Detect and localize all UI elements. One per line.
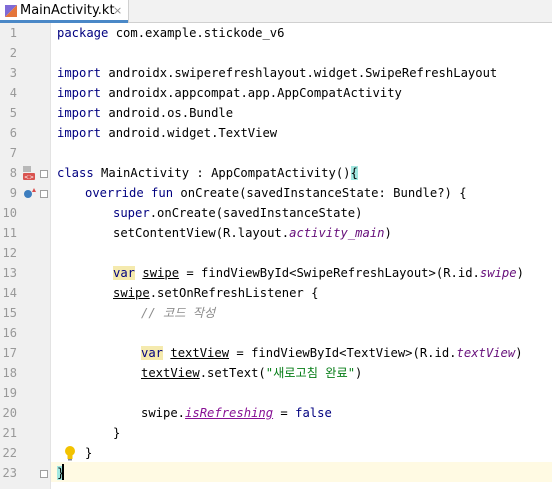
close-icon[interactable]: × xyxy=(113,3,122,19)
keyword: var xyxy=(141,346,164,360)
line-number: 1 xyxy=(9,26,17,40)
android-layout-icon[interactable]: <> xyxy=(22,166,36,180)
code-text: .setOnRefreshListener { xyxy=(149,286,319,300)
code-line: var textView = findViewById<TextView>(R.… xyxy=(141,343,523,363)
code-text: MainActivity : AppCompatActivity() xyxy=(93,166,351,180)
field-reference: textView xyxy=(456,346,516,360)
keyword: var xyxy=(113,266,136,280)
line-number: 11 xyxy=(2,226,17,240)
code-text: swipe. xyxy=(141,406,186,420)
override-icon[interactable] xyxy=(23,186,37,200)
line-number: 20 xyxy=(2,406,17,420)
code-text: = findViewById<TextView>(R.id. xyxy=(229,346,457,360)
field-reference: swipe xyxy=(479,266,517,280)
current-line-highlight xyxy=(51,462,552,482)
line-number: 2 xyxy=(9,46,17,60)
variable: textView xyxy=(170,346,230,360)
line-number: 21 xyxy=(2,426,17,440)
code-text: androidx.appcompat.app.AppCompatActivity xyxy=(101,86,402,100)
keyword: super xyxy=(113,206,150,220)
variable: swipe xyxy=(113,286,150,300)
line-number: 13 xyxy=(2,266,17,280)
line-number: 17 xyxy=(2,346,17,360)
line-number: 23 xyxy=(2,466,17,480)
property-reference: isRefreshing xyxy=(185,406,274,420)
line-number: 6 xyxy=(9,126,17,140)
line-number: 22 xyxy=(2,446,17,460)
text-cursor xyxy=(62,464,64,480)
code-text: ) xyxy=(515,346,523,360)
code-line: setContentView(R.layout.activity_main) xyxy=(113,223,392,243)
line-number: 18 xyxy=(2,366,17,380)
line-number: 4 xyxy=(9,86,17,100)
keyword: import xyxy=(57,106,102,120)
line-number: 10 xyxy=(2,206,17,220)
svg-text:<>: <> xyxy=(24,174,34,180)
fold-toggle[interactable] xyxy=(40,190,48,198)
code-line: package com.example.stickode_v6 xyxy=(57,23,284,43)
keyword: class xyxy=(57,166,94,180)
keyword: false xyxy=(295,406,332,420)
code-text: androidx.swiperefreshlayout.widget.Swipe… xyxy=(101,66,498,80)
code-line: override fun onCreate(savedInstanceState… xyxy=(85,183,467,203)
code-text: com.example.stickode_v6 xyxy=(108,26,285,40)
code-line: import androidx.appcompat.app.AppCompatA… xyxy=(57,83,402,103)
line-number: 7 xyxy=(9,146,17,160)
line-number: 5 xyxy=(9,106,17,120)
line-number: 8 xyxy=(9,166,17,180)
code-line: } xyxy=(113,426,121,440)
matched-brace: { xyxy=(350,166,358,180)
variable: swipe xyxy=(142,266,180,280)
code-text: android.os.Bundle xyxy=(101,106,234,120)
code-line: textView.setText("새로고침 완료") xyxy=(141,363,362,383)
code-text: ) xyxy=(516,266,524,280)
code-text: .setText( xyxy=(199,366,266,380)
tab-title: MainActivity.kt xyxy=(20,3,115,18)
line-number: 16 xyxy=(2,326,17,340)
code-line: import android.widget.TextView xyxy=(57,123,277,143)
code-text: .onCreate(savedInstanceState) xyxy=(149,206,363,220)
code-line: super.onCreate(savedInstanceState) xyxy=(113,203,362,223)
keyword: override fun xyxy=(85,186,174,200)
fold-toggle[interactable] xyxy=(40,170,48,178)
line-number: 15 xyxy=(2,306,17,320)
line-number: 3 xyxy=(9,66,17,80)
code-line: swipe.setOnRefreshListener { xyxy=(113,283,318,303)
code-text: ) xyxy=(355,366,363,380)
fold-toggle[interactable] xyxy=(40,470,48,478)
line-number: 9 xyxy=(9,186,17,200)
code-line: var swipe = findViewById<SwipeRefreshLay… xyxy=(113,263,524,283)
keyword: import xyxy=(57,66,102,80)
line-number: 14 xyxy=(2,286,17,300)
code-line: swipe.isRefreshing = false xyxy=(141,403,332,423)
code-text: = xyxy=(273,406,296,420)
code-text: ) xyxy=(384,226,392,240)
code-line: } xyxy=(85,446,93,460)
code-text: android.widget.TextView xyxy=(101,126,278,140)
line-number: 12 xyxy=(2,246,17,260)
field-reference: activity_main xyxy=(289,226,385,240)
code-comment: // 코드 작성 xyxy=(141,306,216,320)
code-text: = findViewById<SwipeRefreshLayout>(R.id. xyxy=(179,266,480,280)
variable: textView xyxy=(141,366,200,380)
editor-tab-bar: MainActivity.kt × xyxy=(0,0,552,23)
code-line: class MainActivity : AppCompatActivity()… xyxy=(57,163,358,183)
keyword: import xyxy=(57,86,102,100)
keyword: package xyxy=(57,26,109,40)
kotlin-file-icon xyxy=(5,5,17,17)
code-text: onCreate(savedInstanceState: Bundle?) { xyxy=(173,186,467,200)
string-literal: "새로고침 완료" xyxy=(265,366,356,380)
line-number: 19 xyxy=(2,386,17,400)
code-line: import androidx.swiperefreshlayout.widge… xyxy=(57,63,497,83)
tab-mainactivity[interactable]: MainActivity.kt × xyxy=(0,0,129,23)
code-line: import android.os.Bundle xyxy=(57,103,233,123)
keyword: import xyxy=(57,126,102,140)
code-text: setContentView(R.layout. xyxy=(113,226,290,240)
lightbulb-icon[interactable] xyxy=(64,445,76,461)
